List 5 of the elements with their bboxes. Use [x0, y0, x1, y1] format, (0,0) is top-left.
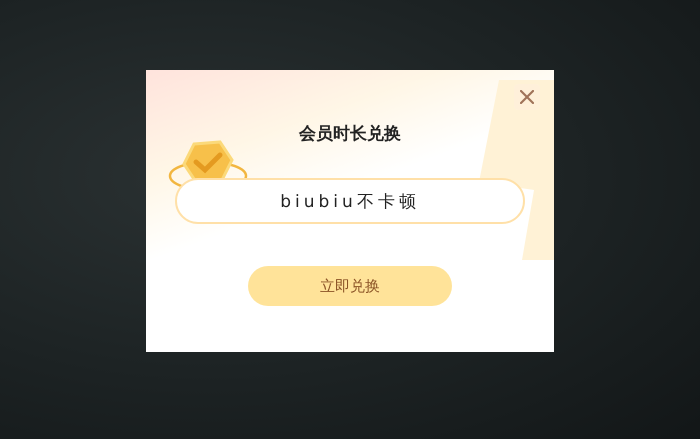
close-button[interactable]	[514, 84, 540, 110]
dialog-title: 会员时长兑换	[299, 123, 401, 145]
close-icon	[520, 90, 534, 104]
code-field[interactable]: biubiu不卡顿	[175, 178, 525, 224]
redeem-button[interactable]: 立即兑换	[248, 266, 452, 306]
